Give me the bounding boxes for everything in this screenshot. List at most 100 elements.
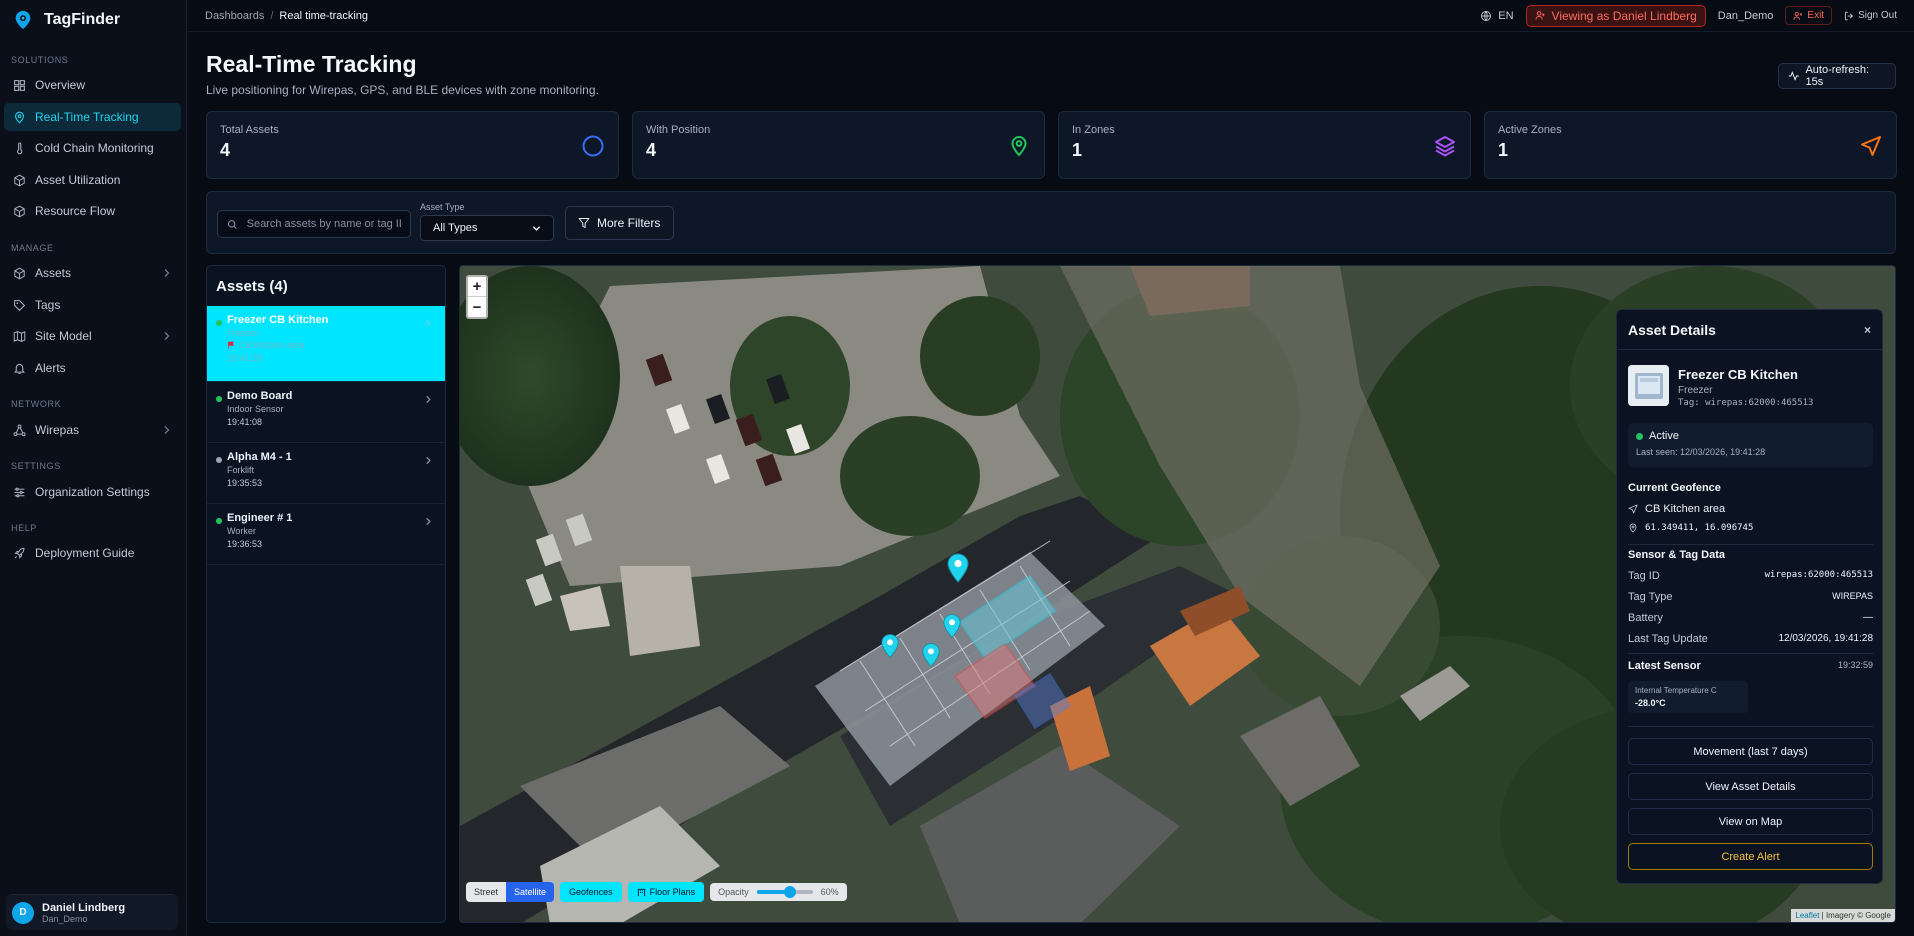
chevron-right-icon (426, 456, 431, 465)
create-alert-button[interactable]: Create Alert (1628, 843, 1873, 870)
more-filters-label: More Filters (597, 216, 661, 230)
pin-icon (15, 111, 24, 124)
asset-name: Freezer CB Kitchen (1678, 367, 1798, 382)
zoom-in-button[interactable]: + (468, 277, 486, 297)
kv-value: — (1863, 612, 1873, 623)
auto-refresh-button[interactable]: Auto-refresh: 15s (1778, 63, 1896, 89)
sidebar-item-label: Assets (35, 266, 72, 280)
exit-button[interactable]: Exit (1785, 6, 1833, 25)
filter-icon (578, 218, 590, 228)
sidebar-item-label: Asset Utilization (35, 173, 121, 187)
divider (1628, 653, 1873, 654)
status-dot (216, 518, 222, 524)
search-input[interactable] (246, 218, 401, 230)
asset-list-item[interactable]: Freezer CB Kitchen Freezer CB Kitchen ar… (207, 306, 445, 382)
grid-icon (14, 79, 25, 91)
sidebar-item-wirepas[interactable]: Wirepas (4, 416, 181, 444)
floor-plans-toggle[interactable]: Floor Plans (627, 882, 705, 902)
sidebar-item-tags[interactable]: Tags (4, 291, 181, 319)
asset-name: Engineer # 1 (227, 512, 293, 524)
stat-label: Total Assets (220, 124, 279, 136)
map-controls: Street Satellite Geofences Floor Plans O… (466, 882, 847, 902)
status-dot (1636, 432, 1643, 440)
nav-section-network: NETWORK (11, 399, 62, 409)
street-button[interactable]: Street (466, 882, 507, 902)
asset-details-title: Asset Details (1628, 321, 1716, 338)
sidebar-item-label: Site Model (35, 329, 92, 343)
more-filters-button[interactable]: More Filters (565, 206, 674, 240)
stat-card-active-zones: Active Zones 1 (1484, 111, 1897, 179)
geofences-toggle[interactable]: Geofences (560, 882, 622, 902)
brand[interactable]: TagFinder (0, 0, 186, 40)
asset-summary: Freezer CB Kitchen Freezer Tag: wirepas:… (1628, 365, 1813, 408)
asset-list-item[interactable]: Demo Board Indoor Sensor 19:41:08 (207, 382, 445, 443)
nav-section-solutions: SOLUTIONS (11, 55, 69, 65)
basemap-toggle: Street Satellite (466, 882, 555, 902)
sidebar-item-real-time-tracking[interactable]: Real-Time Tracking (4, 103, 181, 131)
opacity-slider[interactable] (756, 886, 813, 898)
map-marker-icon[interactable] (881, 633, 899, 659)
page-subtitle: Live positioning for Wirepas, GPS, and B… (206, 83, 599, 97)
asset-zone: CB Kitchen area (227, 340, 425, 350)
sidebar-item-label: Cold Chain Monitoring (35, 141, 154, 155)
sign-out-button[interactable]: Sign Out (1844, 10, 1897, 21)
kv-key: Last Tag Update (1628, 633, 1708, 645)
latest-sensor-time: 19:32:59 (1837, 660, 1873, 670)
divider (1628, 726, 1873, 727)
zoom-control: + − (466, 275, 488, 319)
sensor-tag-heading: Sensor & Tag Data (1628, 549, 1725, 561)
satellite-button[interactable]: Satellite (506, 882, 555, 902)
asset-thumbnail (1628, 365, 1669, 406)
sidebar-item-cold-chain-monitoring[interactable]: Cold Chain Monitoring (4, 134, 181, 162)
view-on-map-button[interactable]: View on Map (1628, 808, 1873, 835)
breadcrumb-separator: / (270, 9, 274, 22)
asset-list-item[interactable]: Alpha M4 - 1 Forklift 19:35:53 (207, 443, 445, 504)
asset-type-select[interactable]: All Types (420, 215, 554, 241)
divider (1628, 544, 1873, 545)
box-icon (14, 205, 25, 217)
sidebar-item-alerts[interactable]: Alerts (4, 354, 181, 382)
sidebar-item-asset-utilization[interactable]: Asset Utilization (4, 166, 181, 194)
status-box: Active Last seen: 12/03/2026, 19:41:28 (1628, 423, 1873, 467)
map-marker-icon[interactable] (947, 553, 969, 583)
asset-time: 19:41:08 (227, 417, 263, 427)
language-selector[interactable]: EN (1480, 10, 1514, 22)
close-icon[interactable]: × (1864, 323, 1871, 337)
viewing-as-badge[interactable]: Viewing as Daniel Lindberg (1525, 4, 1706, 27)
last-seen: Last seen: 12/03/2026, 19:41:28 (1636, 447, 1766, 457)
movement-button[interactable]: Movement (last 7 days) (1628, 738, 1873, 765)
tag-icon (14, 299, 26, 311)
assets-title: Assets (4) (216, 277, 288, 295)
sensor-label: Internal Temperature C (1635, 686, 1717, 695)
view-asset-details-button[interactable]: View Asset Details (1628, 773, 1873, 800)
map-marker-icon[interactable] (943, 613, 961, 639)
latest-sensor-row: Latest Sensor 19:32:59 (1628, 660, 1873, 672)
sidebar-item-overview[interactable]: Overview (4, 71, 181, 99)
asset-time: 19:35:53 (227, 478, 263, 488)
asset-list-item[interactable]: Engineer # 1 Worker 19:36:53 (207, 504, 445, 565)
leaflet-link[interactable]: Leaflet (1795, 911, 1819, 920)
network-icon (13, 423, 26, 436)
sidebar-item-deployment-guide[interactable]: Deployment Guide (4, 539, 181, 567)
bell-icon (14, 363, 25, 374)
search-box[interactable] (217, 210, 411, 238)
sidebar-item-label: Organization Settings (35, 485, 150, 499)
exit-label: Exit (1807, 10, 1825, 21)
sensor-value: -28.0°C (1635, 698, 1666, 708)
user-card[interactable]: D Daniel Lindberg Dan_Demo (6, 894, 178, 930)
sidebar-item-resource-flow[interactable]: Resource Flow (4, 197, 181, 225)
user-switch-icon (1535, 11, 1545, 20)
nav-section-manage: MANAGE (11, 243, 54, 253)
latest-sensor-heading: Latest Sensor (1628, 660, 1701, 672)
opacity-slider-handle[interactable] (784, 886, 797, 898)
breadcrumb-dashboards[interactable]: Dashboards (205, 10, 264, 22)
map-marker-icon[interactable] (922, 642, 940, 668)
sidebar-item-assets[interactable]: Assets (4, 259, 181, 287)
sidebar-item-organization-settings[interactable]: Organization Settings (4, 478, 181, 506)
navigation-icon (1861, 136, 1881, 156)
sign-out-label: Sign Out (1858, 10, 1897, 21)
auto-refresh-label: Auto-refresh: 15s (1805, 64, 1870, 88)
zoom-out-button[interactable]: − (468, 297, 486, 317)
asset-tag: Tag: wirepas:62000:465513 (1678, 398, 1814, 408)
sidebar-item-site-model[interactable]: Site Model (4, 322, 181, 350)
